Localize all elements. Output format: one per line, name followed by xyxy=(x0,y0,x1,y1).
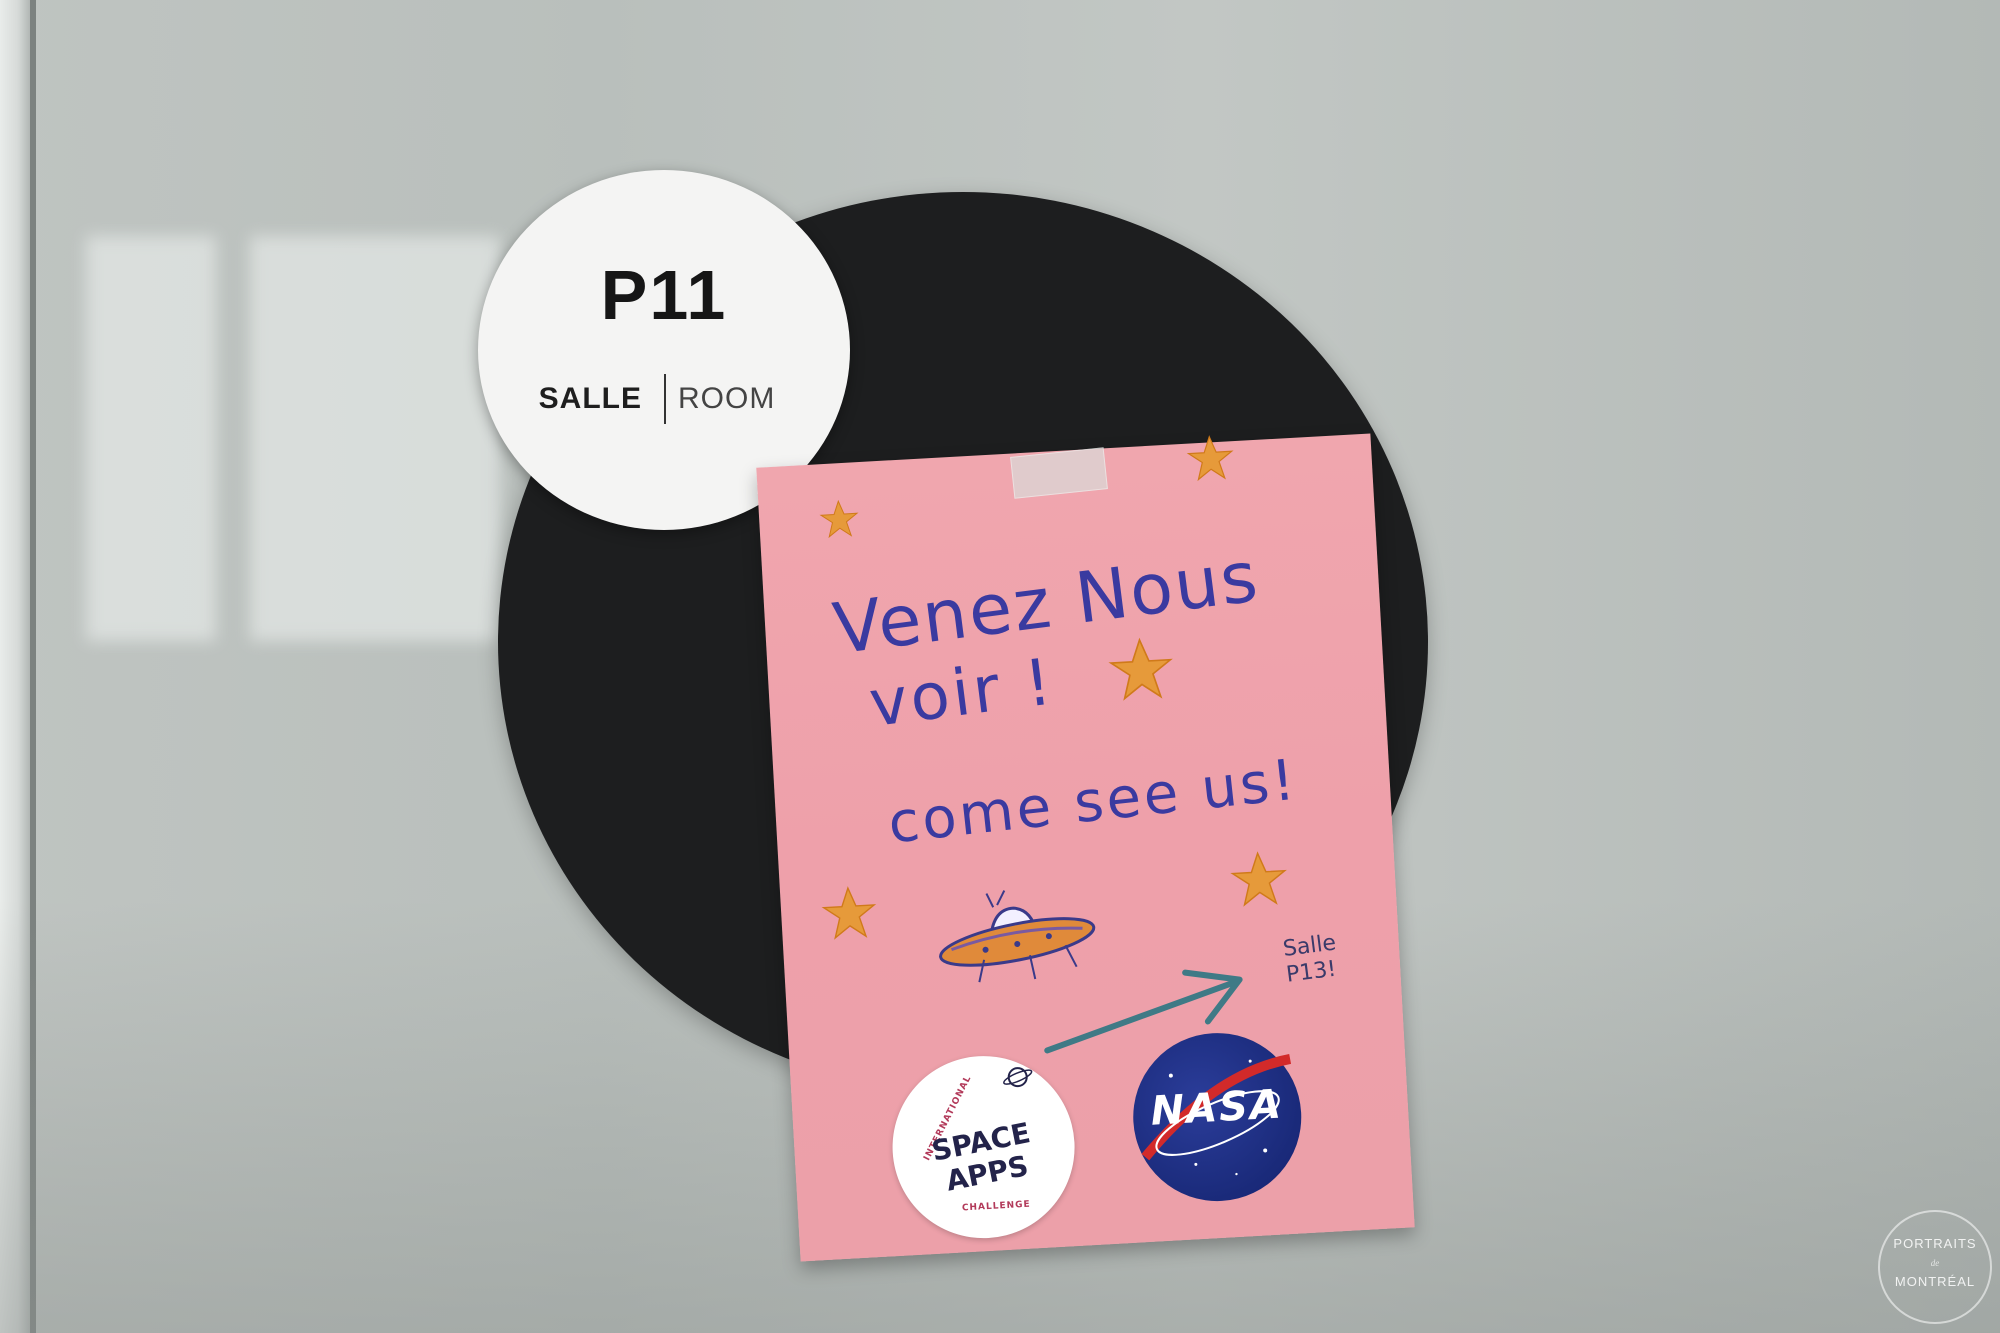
room-label-english: ROOM xyxy=(678,382,776,415)
space-apps-bottom-text: CHALLENGE xyxy=(961,1199,1031,1214)
star-icon xyxy=(1230,851,1287,907)
door-photo: P11 SALLE ROOM Venez Nous voir ! come se… xyxy=(0,0,2000,1333)
note-direction-text: Salle P13! xyxy=(1282,930,1341,988)
star-icon xyxy=(1186,435,1234,482)
nasa-logo-text: NASA xyxy=(1149,1081,1285,1135)
space-apps-main-text: SPACE APPS xyxy=(928,1116,1033,1198)
photographer-watermark: PORTRAITS de MONTRÉAL xyxy=(1878,1210,1992,1324)
watermark-bottom: MONTRÉAL xyxy=(1894,1274,1976,1289)
note-text-english: come see us! xyxy=(885,747,1301,857)
star-icon xyxy=(1108,637,1173,701)
nasa-logo-sticker: NASA xyxy=(1128,1028,1306,1206)
star-icon xyxy=(819,499,859,539)
planet-icon xyxy=(1003,1067,1033,1088)
star-icon xyxy=(821,886,877,940)
room-label-divider xyxy=(664,374,666,424)
space-apps-sticker: INTERNATIONAL SPACE APPS CHALLENGE xyxy=(887,1051,1080,1244)
room-number: P11 xyxy=(600,256,728,334)
pink-note: Venez Nous voir ! come see us! Salle P13… xyxy=(756,433,1415,1262)
note-direction-line2: P13! xyxy=(1284,956,1338,988)
watermark-top: PORTRAITS xyxy=(1893,1236,1977,1251)
watermark-middle: de xyxy=(1930,1258,1940,1268)
window-reflection-right xyxy=(250,236,500,641)
room-label-french: SALLE xyxy=(538,382,642,415)
window-reflection-left xyxy=(86,236,216,641)
